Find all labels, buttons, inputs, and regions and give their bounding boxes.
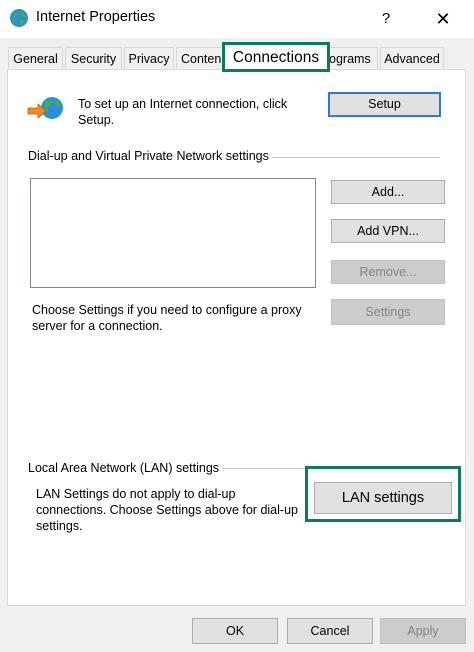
tab-general[interactable]: General: [8, 47, 63, 69]
connections-list[interactable]: [30, 178, 316, 288]
ok-button[interactable]: OK: [192, 618, 278, 644]
tab-connections[interactable]: Connections: [222, 42, 330, 72]
settings-button[interactable]: Settings: [331, 299, 445, 325]
help-button[interactable]: ?: [372, 6, 400, 32]
tab-content[interactable]: Conten: [176, 47, 226, 69]
network-setup-icon: [26, 94, 66, 126]
window-title: Internet Properties: [36, 9, 156, 25]
lan-group-title: Local Area Network (LAN) settings: [28, 461, 223, 475]
cancel-button[interactable]: Cancel: [287, 618, 373, 644]
add-button[interactable]: Add...: [331, 180, 445, 204]
dialup-group-title: Dial-up and Virtual Private Network sett…: [28, 149, 272, 163]
setup-button[interactable]: Setup: [328, 92, 441, 117]
add-vpn-button[interactable]: Add VPN...: [331, 219, 445, 243]
proxy-description: Choose Settings if you need to configure…: [32, 303, 302, 333]
close-button[interactable]: ✕: [428, 6, 458, 32]
internet-globe-icon: [9, 8, 29, 28]
tab-security[interactable]: Security: [65, 47, 122, 69]
lan-settings-button[interactable]: LAN settings: [314, 482, 452, 514]
lan-description: LAN Settings do not apply to dial-up con…: [36, 487, 298, 533]
setup-description: To set up an Internet connection, click …: [78, 97, 288, 127]
apply-button[interactable]: Apply: [380, 618, 466, 644]
remove-button[interactable]: Remove...: [331, 260, 445, 284]
tab-advanced[interactable]: Advanced: [380, 47, 444, 69]
tab-privacy[interactable]: Privacy: [124, 47, 174, 69]
tab-programs[interactable]: ograms: [326, 47, 378, 69]
